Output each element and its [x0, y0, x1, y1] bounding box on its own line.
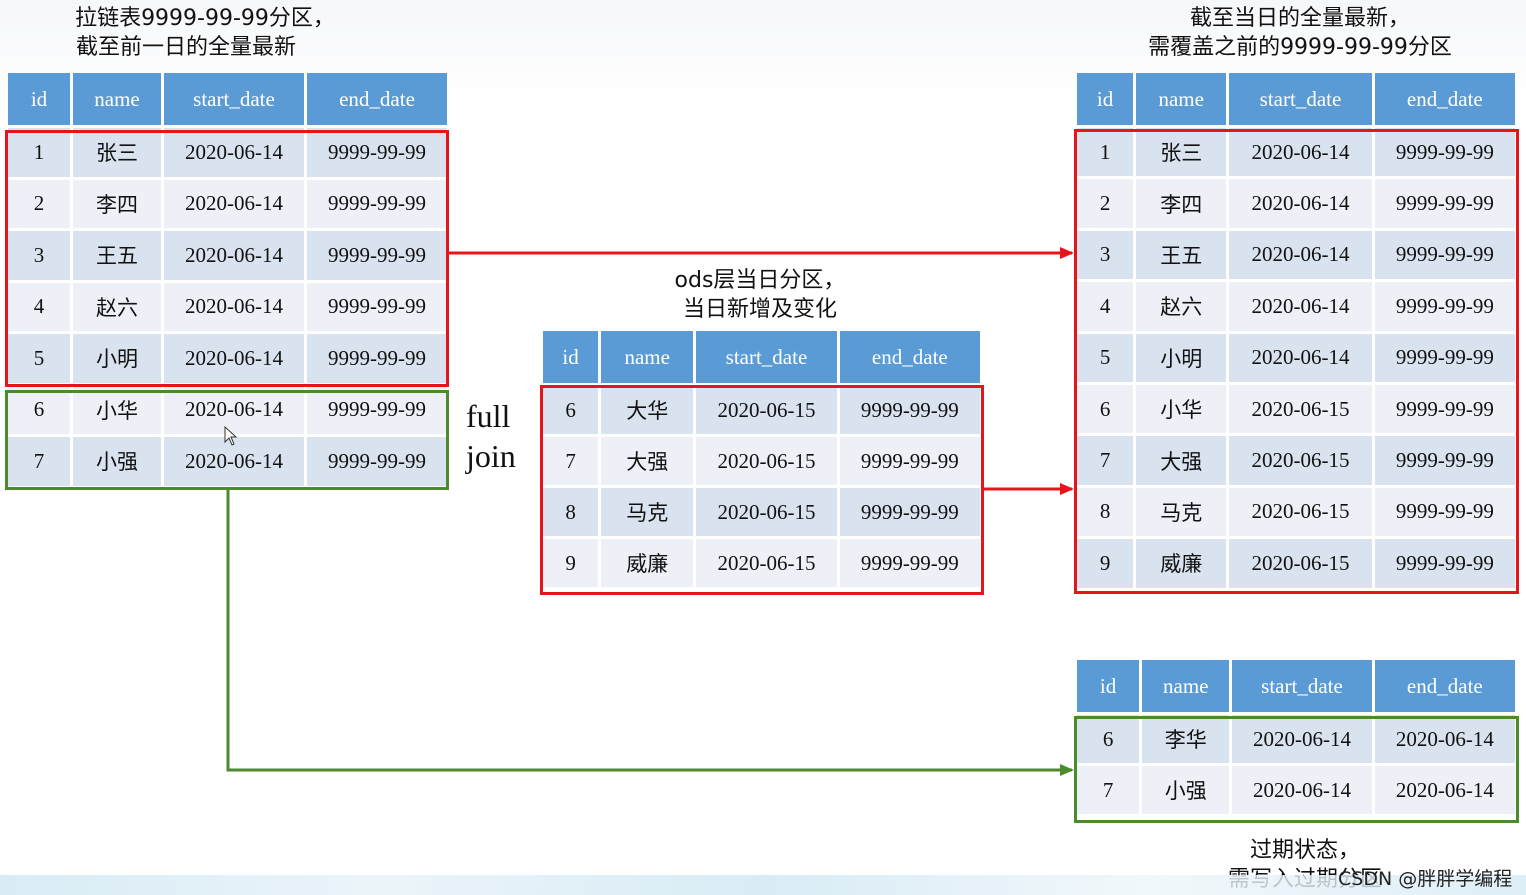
mouse-cursor-icon — [224, 426, 238, 446]
flow-arrows — [226, 247, 1074, 776]
arrow-left-to-bottom — [226, 490, 1074, 776]
bottom-video-band — [0, 875, 1526, 895]
watermark: CSDN @胖胖学编程 — [1338, 868, 1513, 890]
